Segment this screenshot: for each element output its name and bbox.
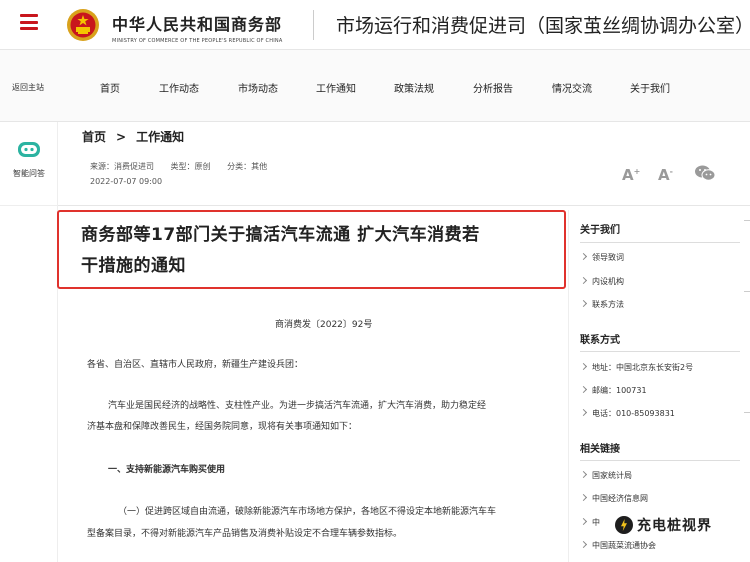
brand[interactable]: 中华人民共和国商务部 MINISTRY OF COMMERCE OF THE P… [112, 11, 282, 44]
breadcrumb-home[interactable]: 首页 [82, 130, 106, 144]
sidebar-item-label: 中国经济信息网 [592, 494, 648, 503]
sidebar-item-label: 领导致词 [592, 253, 624, 262]
sidebar-about-title: 关于我们 [580, 225, 620, 236]
article-title-line-1: 商务部等17部门关于搞活汽车流通 扩大汽车消费若 [81, 225, 480, 245]
nav-item-policies[interactable]: 政策法规 [394, 80, 434, 95]
watermark-text: 充电桩视界 [637, 518, 712, 534]
chevron-right-icon [579, 299, 588, 308]
nav-item-work-notices[interactable]: 工作通知 [316, 80, 356, 95]
chevron-right-icon [579, 517, 588, 526]
sidebar-links-divider [580, 460, 740, 461]
meta-type: 类型：原创 [170, 162, 211, 171]
meta-source: 来源：消费促进司 [90, 162, 154, 171]
sidebar-item-label: 地址：中国北京东长安街2号 [592, 363, 694, 372]
chevron-right-icon [579, 362, 588, 371]
font-decrease-letter: A [658, 166, 670, 184]
font-decrease-sign: - [669, 167, 673, 176]
point-1-line-1: （一）促进跨区域自由流通，破除新能源汽车市场地方保护，各地区不得设定本地新能源汽… [118, 507, 497, 517]
sidebar-item-leader-speech[interactable]: 领导致词 [579, 252, 624, 263]
site-header: 中华人民共和国商务部 MINISTRY OF COMMERCE OF THE P… [0, 0, 750, 50]
meta-divider [58, 205, 750, 206]
sidebar-link-partial[interactable]: 中 [579, 517, 600, 528]
site-title: 市场运行和消费促进司（国家茧丝绸协调办公室） [336, 15, 750, 37]
right-edge-strip [744, 210, 750, 562]
doc-number: 商消费发〔2022〕92号 [275, 320, 373, 330]
watermark: 充电桩视界 [615, 513, 712, 537]
sidebar-item-label: 电话：010-85093831 [592, 409, 675, 418]
nav-item-reports[interactable]: 分析报告 [473, 80, 513, 95]
nav-item-home[interactable]: 首页 [100, 80, 120, 95]
sidebar-link-stats-bureau[interactable]: 国家统计局 [579, 470, 632, 481]
chevron-right-icon [579, 276, 588, 285]
sidebar-link-vegetable-association[interactable]: 中国蔬菜流通协会 [579, 540, 656, 551]
chevron-right-icon [579, 540, 588, 549]
sidebar-item-label: 内设机构 [592, 277, 624, 286]
sidebar-contact-phone: 电话：010-85093831 [579, 408, 675, 419]
nav-back-main-site[interactable]: 返回主站 [12, 82, 44, 93]
intro-line-2: 济基本盘和保障改善民生，经国务院同意，现将有关事项通知如下： [87, 422, 358, 432]
sidebar-contact-title: 联系方式 [580, 335, 620, 346]
left-rail: 智能问答 [0, 122, 58, 562]
sidebar-item-departments[interactable]: 内设机构 [579, 276, 624, 287]
sidebar-contact-divider [580, 351, 740, 352]
sidebar-item-label: 中国蔬菜流通协会 [592, 541, 656, 550]
header-divider [313, 10, 314, 40]
font-decrease-icon[interactable]: A- [658, 166, 673, 184]
sidebar-item-label: 联系方法 [592, 300, 624, 309]
wechat-share-icon[interactable] [694, 164, 716, 182]
intro-line-1: 汽车业是国民经济的战略性、支柱性产业。为进一步搞活汽车流通，扩大汽车消费，助力稳… [108, 401, 487, 411]
article-title-box: 商务部等17部门关于搞活汽车流通 扩大汽车消费若 干措施的通知 [57, 210, 566, 289]
sidebar-contact-postcode: 邮编：100731 [579, 385, 647, 396]
chevron-right-icon [579, 493, 588, 502]
font-increase-icon[interactable]: A+ [622, 166, 640, 184]
content-sidebar-divider [568, 210, 569, 562]
breadcrumb-current[interactable]: 工作通知 [136, 130, 184, 144]
nav-item-work-news[interactable]: 工作动态 [159, 80, 199, 95]
main-nav: 返回主站 首页 工作动态 市场动态 工作通知 政策法规 分析报告 情况交流 关于… [0, 50, 750, 122]
brand-name-en: MINISTRY OF COMMERCE OF THE PEOPLE'S REP… [112, 38, 283, 44]
assistant-entry[interactable]: 智能问答 [0, 122, 57, 206]
lightning-logo-icon [615, 516, 633, 534]
national-emblem-icon [67, 9, 99, 41]
breadcrumb-separator: > [116, 130, 127, 144]
chevron-right-icon [579, 470, 588, 479]
chevron-right-icon [579, 408, 588, 417]
font-increase-letter: A [622, 166, 634, 184]
sidebar-links-title: 相关链接 [580, 444, 620, 455]
sidebar-contact-address: 地址：中国北京东长安街2号 [579, 362, 694, 373]
nav-item-about[interactable]: 关于我们 [630, 80, 670, 95]
meta-category: 分类：其他 [227, 162, 268, 171]
article-title-line-2: 干措施的通知 [81, 256, 186, 276]
font-increase-sign: + [633, 167, 641, 176]
sidebar-item-label: 邮编：100731 [592, 386, 647, 395]
assistant-label: 智能问答 [13, 169, 45, 178]
point-1-line-2: 型备案目录，不得对新能源汽车产品销售及消费补贴设定不合理车辆参数指标。 [87, 529, 403, 539]
brand-name-cn: 中华人民共和国商务部 [112, 15, 283, 34]
meta-date: 2022-07-07 09:00 [90, 177, 163, 186]
recipients: 各省、自治区、直辖市人民政府，新疆生产建设兵团： [87, 360, 304, 370]
sidebar-item-contact-method[interactable]: 联系方法 [579, 299, 624, 310]
chevron-right-icon [579, 252, 588, 261]
article-meta: 来源：消费促进司 类型：原创 分类：其他 [90, 161, 281, 172]
sidebar-link-economic-info-net[interactable]: 中国经济信息网 [579, 493, 648, 504]
chevron-right-icon [579, 385, 588, 394]
section-heading-1: 一、支持新能源汽车购买使用 [108, 465, 226, 475]
breadcrumb: 首页 > 工作通知 [82, 128, 184, 145]
nav-item-market-news[interactable]: 市场动态 [238, 80, 278, 95]
sidebar-item-label: 国家统计局 [592, 471, 632, 480]
robot-icon [18, 142, 40, 157]
menu-icon[interactable] [20, 14, 38, 30]
sidebar-about-divider [580, 242, 740, 243]
sidebar-item-label: 中 [592, 518, 600, 527]
nav-item-exchanges[interactable]: 情况交流 [552, 80, 592, 95]
